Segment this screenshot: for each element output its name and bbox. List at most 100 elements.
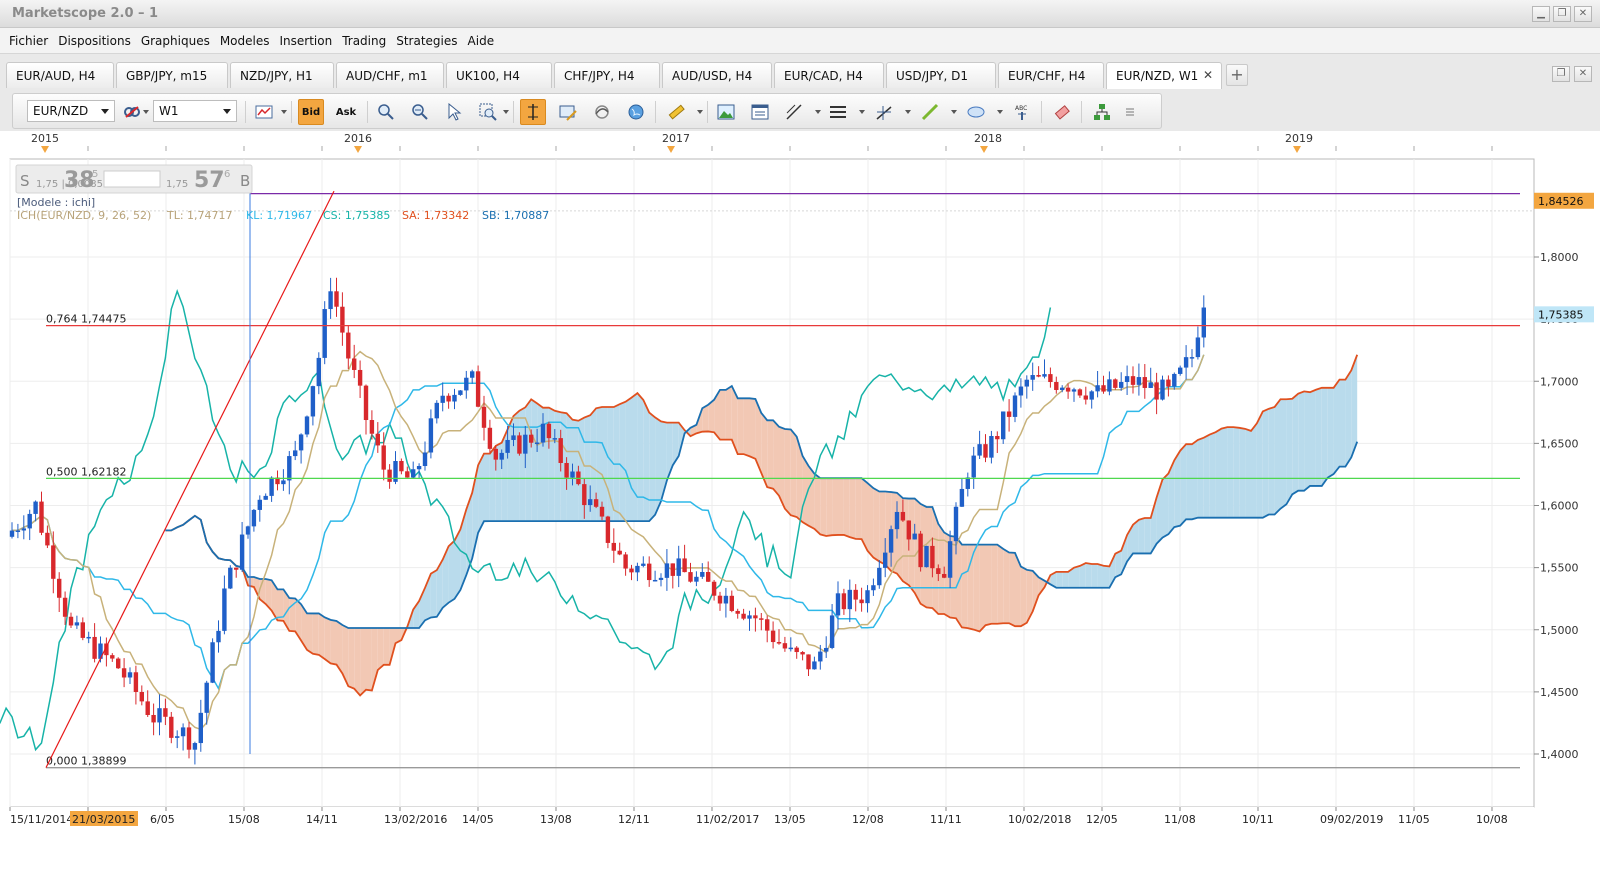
hierarchy-icon[interactable] (1089, 99, 1115, 125)
text-tool-icon[interactable]: ABC (1009, 99, 1035, 125)
candle-body (794, 647, 799, 653)
restore-button[interactable]: ❐ (1553, 6, 1571, 22)
link-dropdown-icon[interactable] (143, 110, 149, 114)
fibo-level-label: 0,500 1,62182 (46, 465, 126, 478)
tab-chf-jpy[interactable]: CHF/JPY, H4 (554, 62, 660, 88)
tab-gbp-jpy[interactable]: GBP/JPY, m15 (116, 62, 228, 88)
candle-body (369, 420, 375, 434)
fibonacci-dropdown-icon[interactable] (905, 110, 911, 114)
menu-modeles[interactable]: Modeles (217, 28, 277, 53)
bid-button[interactable]: Bid (298, 99, 324, 125)
globe-icon[interactable] (623, 99, 649, 125)
cloud-segment (531, 399, 538, 522)
candle-body (57, 578, 62, 598)
cloud-segment (631, 393, 638, 522)
menu-strategies[interactable]: Strategies (393, 28, 464, 53)
cloud-segment (643, 399, 650, 522)
chart-type-dropdown-icon[interactable] (281, 110, 287, 114)
cloud-segment (1074, 565, 1080, 588)
cursor-icon[interactable] (441, 99, 467, 125)
cloud-segment (1262, 408, 1269, 518)
high-price-badge: 1,84526 (1538, 195, 1584, 208)
properties-icon[interactable] (555, 99, 581, 125)
eraser-icon[interactable] (1049, 99, 1075, 125)
tab-aud-usd[interactable]: AUD/USD, H4 (662, 62, 772, 88)
bid-label: Bid (301, 106, 321, 118)
tenkan-value: TL: 1,74717 (166, 209, 233, 222)
tab-nzd-jpy[interactable]: NZD/JPY, H1 (230, 62, 334, 88)
menu-insertion[interactable]: Insertion (277, 28, 340, 53)
symbol-select[interactable]: EUR/NZD (27, 100, 115, 122)
tab-aud-chf[interactable]: AUD/CHF, m1 (336, 62, 444, 88)
candle-body (1119, 381, 1124, 388)
cloud-segment (1239, 427, 1246, 518)
tab-eur-chf[interactable]: EUR/CHF, H4 (998, 62, 1104, 88)
buy-price-big[interactable]: 57 (194, 168, 225, 193)
price-label: 1,7000 (1540, 375, 1579, 388)
tab-close-icon[interactable]: ✕ (1203, 68, 1213, 82)
chart-area[interactable]: 2015 2016 2017 2018 2019 0,764 1,74475 0,… (0, 131, 1600, 869)
tab-uk100[interactable]: UK100, H4 (446, 62, 552, 88)
buy-price-sup: 6 (224, 169, 230, 180)
sell-price-big[interactable]: 38 (64, 168, 95, 193)
candle-body (293, 450, 298, 457)
minimize-button[interactable]: ▁ (1532, 6, 1550, 22)
fibonacci-icon[interactable] (871, 99, 897, 125)
candle-body (1030, 375, 1035, 380)
tab-eur-cad[interactable]: EUR/CAD, H4 (774, 62, 884, 88)
menu-fichier[interactable]: Fichier (6, 28, 55, 53)
panel-close-button[interactable]: ✕ (1574, 66, 1592, 82)
crosshair-icon[interactable] (520, 99, 546, 125)
chart-window-icon[interactable] (747, 99, 773, 125)
indicator-icon[interactable] (589, 99, 615, 125)
ruler-icon[interactable] (663, 99, 689, 125)
zoom-dropdown-icon[interactable] (503, 110, 509, 114)
tab-label: CHF/JPY, H4 (564, 69, 635, 83)
link-chart-icon[interactable] (119, 99, 145, 125)
candle-body (505, 439, 510, 453)
candle-body (216, 630, 221, 643)
menu-dispositions[interactable]: Dispositions (55, 28, 138, 53)
cloud-segment (773, 420, 779, 496)
ellipse-icon[interactable] (963, 99, 989, 125)
tab-eur-aud[interactable]: EUR/AUD, H4 (6, 62, 114, 88)
ruler-dropdown-icon[interactable] (697, 110, 703, 114)
candle-body (1183, 357, 1189, 368)
menu-graphiques[interactable]: Graphiques (138, 28, 217, 53)
zoom-in-icon[interactable] (373, 99, 399, 125)
candle-body (334, 291, 339, 307)
trendline-dropdown-icon[interactable] (815, 110, 821, 114)
tab-usd-jpy[interactable]: USD/JPY, D1 (886, 62, 996, 88)
candle-body (316, 357, 321, 387)
cloud-segment (843, 478, 850, 538)
chart-type-icon[interactable] (251, 99, 277, 125)
horizontal-lines-icon[interactable] (825, 99, 851, 125)
shape-dropdown-icon[interactable] (997, 110, 1003, 114)
close-button[interactable]: ✕ (1574, 6, 1592, 22)
sell-buy-box[interactable]: S 1,75 | 0,00854 38 5 1,75 57 6 B (15, 164, 253, 194)
add-tab-button[interactable]: + (1226, 64, 1248, 86)
date-label: 12/08 (852, 813, 884, 826)
candle-body (234, 567, 239, 570)
line-draw-icon[interactable] (917, 99, 943, 125)
timeframe-select[interactable]: W1 (153, 100, 237, 122)
date-label: 15/11/2014 (10, 813, 73, 826)
cloud-segment (1174, 450, 1181, 528)
menu-trading[interactable]: Trading (339, 28, 393, 53)
tab-eur-nzd[interactable]: EUR/NZD, W1 ✕ (1106, 62, 1222, 89)
price-chart[interactable]: 2015 2016 2017 2018 2019 0,764 1,74475 0,… (0, 131, 1600, 869)
candle-body (39, 501, 44, 533)
image-icon[interactable] (713, 99, 739, 125)
candle-body (110, 655, 115, 659)
trendline-tool-icon[interactable] (781, 99, 807, 125)
menu-aide[interactable]: Aide (465, 28, 502, 53)
ask-button[interactable]: Ask (333, 99, 359, 125)
lines-dropdown-icon[interactable] (859, 110, 865, 114)
toolbar-overflow-icon[interactable] (1123, 99, 1137, 125)
cloud-segment (737, 398, 744, 455)
candle-body (86, 636, 91, 639)
zoom-area-icon[interactable] (475, 99, 501, 125)
panel-restore-button[interactable]: ❐ (1552, 66, 1570, 82)
zoom-out-icon[interactable] (407, 99, 433, 125)
line-draw-dropdown-icon[interactable] (951, 110, 957, 114)
